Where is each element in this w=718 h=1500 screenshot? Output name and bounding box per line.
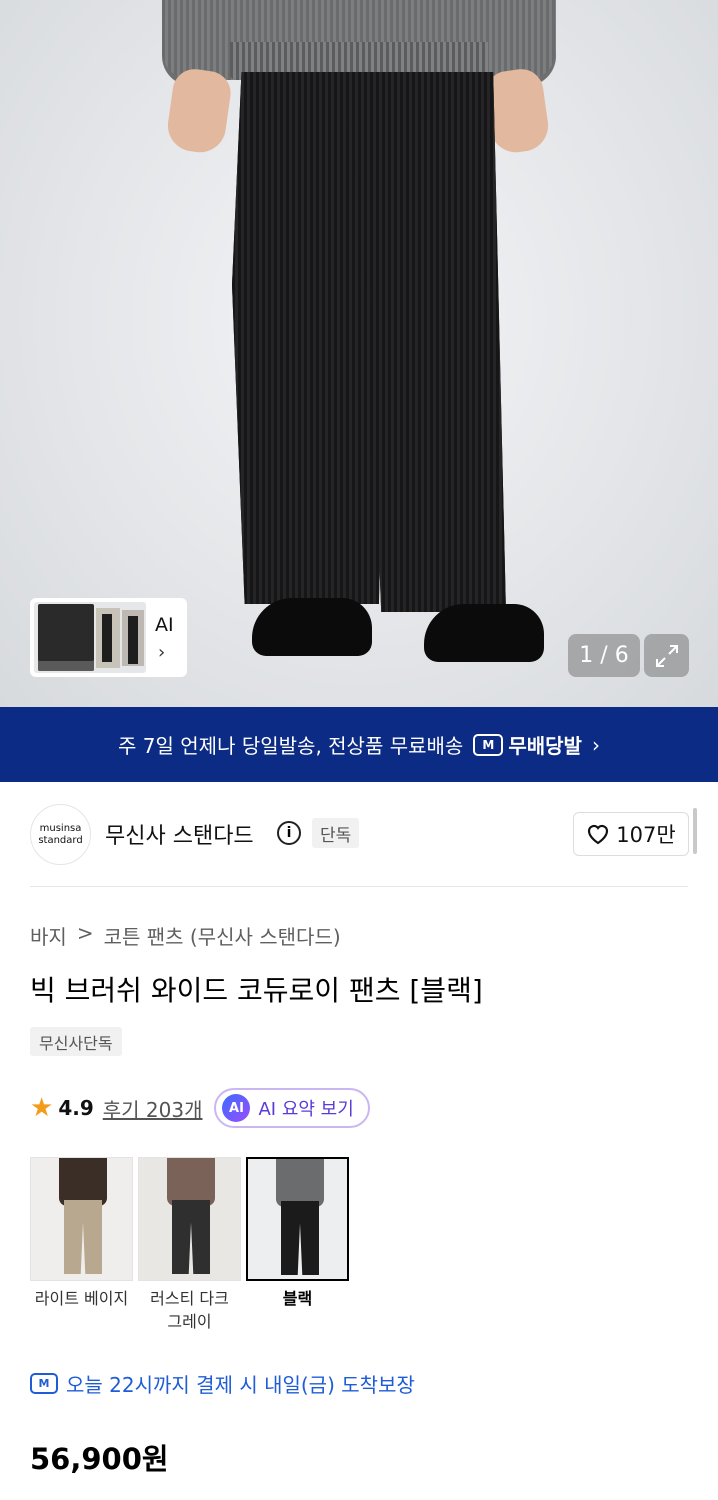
breadcrumb-separator: > (76, 921, 94, 945)
variant-light-beige[interactable]: 라이트 베이지 (30, 1157, 133, 1333)
like-count: 107만 (616, 823, 676, 847)
ai-summary-button[interactable]: AI AI 요약 보기 (214, 1088, 370, 1128)
model-sweater (162, 0, 556, 80)
heart-icon (588, 824, 609, 845)
star-icon: ★ (30, 1093, 54, 1123)
price: 56,900원 (30, 1442, 169, 1476)
banner-text: 주 7일 언제나 당일발송, 전상품 무료배송 (118, 734, 464, 758)
variant-bottom (281, 1201, 319, 1275)
shoe-left (252, 598, 372, 656)
shoe-right (424, 604, 544, 662)
brand-logo-line1: musinsa (39, 822, 82, 834)
breadcrumb-category[interactable]: 바지 (30, 921, 67, 950)
scrollbar[interactable] (693, 808, 697, 854)
ai-icon: AI (222, 1094, 251, 1122)
thumbnail-image (34, 602, 146, 673)
delivery-guarantee[interactable]: M 오늘 22시까지 결제 시 내일(금) 도착보장 (30, 1369, 415, 1398)
expand-icon (655, 644, 678, 667)
rating-value: 4.9 (58, 1096, 94, 1120)
variant-label: 라이트 베이지 (34, 1289, 129, 1308)
variant-image (30, 1157, 133, 1281)
divider (30, 886, 688, 887)
expand-button[interactable] (644, 634, 689, 677)
variant-image (246, 1157, 349, 1281)
reviews-link[interactable]: 후기 203개 (103, 1094, 203, 1123)
info-icon[interactable]: i (277, 821, 301, 845)
truck-icon: M (473, 733, 504, 756)
color-variants: 라이트 베이지 러스티 다크 그레이 블랙 (30, 1157, 349, 1333)
chevron-right-icon: › (591, 732, 600, 757)
breadcrumb: 바지 > 코튼 팬츠 (무신사 스탠다드) (30, 921, 341, 950)
variant-top (59, 1158, 107, 1206)
thumbnail-ai-label: AI (155, 614, 174, 636)
variant-image (138, 1157, 241, 1281)
variant-rusty-dark-gray[interactable]: 러스티 다크 그레이 (138, 1157, 241, 1333)
ai-summary-label: AI 요약 보기 (258, 1099, 354, 1120)
truck-icon: M (30, 1373, 58, 1394)
product-image-carousel[interactable]: AI › 1 / 6 (0, 0, 718, 707)
ai-styling-thumbnail[interactable]: AI › (30, 598, 187, 677)
model-hand-left (164, 66, 234, 156)
breadcrumb-subcategory[interactable]: 코튼 팬츠 (무신사 스탠다드) (104, 921, 341, 950)
banner-brand: M 무배당발 (473, 730, 582, 759)
variant-label: 러스티 다크 그레이 (150, 1289, 229, 1331)
variant-black[interactable]: 블랙 (246, 1157, 349, 1333)
brand-name[interactable]: 무신사 스탠다드 (105, 818, 254, 850)
like-button[interactable]: 107만 (573, 812, 689, 856)
variant-bottom (64, 1200, 102, 1274)
exclusive-badge: 단독 (312, 818, 360, 848)
variant-top (276, 1159, 324, 1207)
banner-brand-label: 무배당발 (508, 734, 582, 758)
brand-logo[interactable]: musinsa standard (30, 804, 91, 865)
variant-top (167, 1158, 215, 1206)
rating-row: ★ 4.9 후기 203개 AI AI 요약 보기 (30, 1088, 370, 1128)
delivery-promo-banner[interactable]: 주 7일 언제나 당일발송, 전상품 무료배송 M 무배당발 › (0, 707, 718, 782)
chevron-right-icon: › (158, 642, 166, 663)
delivery-text: 오늘 22시까지 결제 시 내일(금) 도착보장 (66, 1373, 415, 1397)
image-counter: 1 / 6 (568, 634, 640, 677)
product-title: 빅 브러쉬 와이드 코듀로이 팬츠 [블랙] (30, 974, 483, 1007)
brand-logo-line2: standard (38, 834, 83, 846)
exclusive-tag: 무신사단독 (30, 1027, 122, 1056)
variant-label: 블랙 (282, 1289, 313, 1308)
variant-bottom (172, 1200, 210, 1274)
brand-row: musinsa standard 무신사 스탠다드 i 단독 107만 (30, 804, 690, 866)
